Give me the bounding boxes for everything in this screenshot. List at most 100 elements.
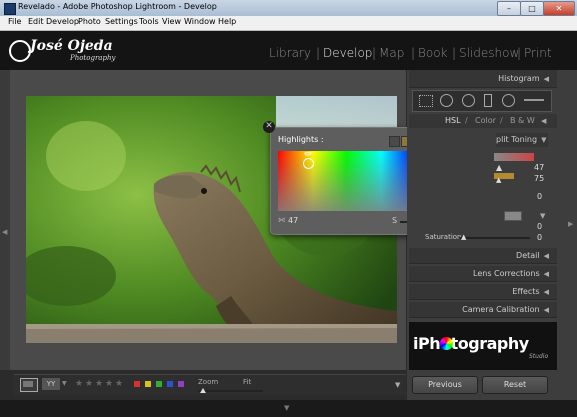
color-label-red[interactable] (134, 381, 140, 387)
module-library[interactable]: Library (269, 46, 311, 60)
menu-develop[interactable]: Develop (46, 17, 79, 26)
radial-filter-icon[interactable] (502, 94, 515, 107)
color-label-green[interactable] (156, 381, 162, 387)
module-print[interactable]: Print (524, 46, 552, 60)
rating-star[interactable]: ★ (115, 379, 123, 389)
tab-separator: / (500, 116, 503, 125)
detail-header[interactable]: Detail ◀ (409, 248, 557, 264)
logo-ring-icon (9, 40, 31, 62)
hue-slider-marker: ⋈ (278, 216, 285, 224)
module-slideshow[interactable]: Slideshow (459, 46, 519, 60)
crop-overlay-icon[interactable] (419, 95, 433, 107)
lens-corrections-label: Lens Corrections (473, 269, 540, 278)
window-titlebar[interactable]: Revelado - Adobe Photoshop Lightroom - D… (0, 0, 577, 16)
popup-close-button[interactable]: ✕ (263, 121, 275, 133)
left-panel-toggle-icon[interactable]: ◀ (2, 228, 7, 236)
triangle-left-icon: ◀ (543, 288, 549, 296)
toolbar-menu-icon[interactable]: ▼ (395, 381, 400, 389)
menu-file[interactable]: File (8, 17, 21, 26)
identity-tagline: Photography (70, 54, 116, 62)
color-label-yellow[interactable] (145, 381, 151, 387)
split-toning-header[interactable]: plit Toning ▼ (496, 133, 548, 147)
triangle-down-icon: ▼ (540, 212, 546, 220)
tab-bw[interactable]: B & W (510, 114, 535, 128)
camera-calibration-header[interactable]: Camera Calibration ◀ (409, 302, 557, 318)
split-toning-label: plit Toning (496, 135, 538, 144)
adjustment-brush-icon[interactable] (524, 99, 544, 101)
menu-view[interactable]: View (162, 17, 181, 26)
rating-star[interactable]: ★ (95, 379, 103, 389)
menu-bar: File Edit Develop Photo Settings Tools V… (0, 16, 577, 31)
menu-edit[interactable]: Edit (28, 17, 44, 26)
menu-photo[interactable]: Photo (78, 17, 101, 26)
triangle-up-icon: ▲ (496, 176, 502, 184)
rating-star[interactable]: ★ (105, 379, 113, 389)
module-separator: | (517, 46, 522, 60)
camera-calibration-label: Camera Calibration (462, 305, 540, 314)
module-book[interactable]: Book (418, 46, 448, 60)
hue-value[interactable]: 47 (288, 216, 298, 225)
color-label-blue[interactable] (167, 381, 173, 387)
effects-label: Effects (512, 287, 540, 296)
module-separator: | (316, 46, 321, 60)
highlights-sat-value[interactable]: 75 (534, 174, 544, 183)
menu-window[interactable]: Window (184, 17, 216, 26)
module-separator: | (452, 46, 457, 60)
spot-removal-icon[interactable] (440, 94, 453, 107)
branding-text: iPhotography (413, 334, 529, 353)
histogram-header[interactable]: Histogram ◀ (409, 70, 557, 88)
app-icon (4, 3, 16, 15)
module-develop[interactable]: Develop (323, 46, 372, 60)
triangle-left-icon: ◀ (543, 252, 549, 260)
maximize-button[interactable]: □ (520, 1, 544, 16)
window-title: Revelado - Adobe Photoshop Lightroom - D… (18, 2, 217, 11)
shadows-saturation-value[interactable]: 0 (537, 233, 542, 242)
menu-help[interactable]: Help (218, 17, 236, 26)
graduated-filter-icon[interactable] (484, 94, 492, 107)
triangle-left-icon: ◀ (541, 117, 547, 125)
balance-value[interactable]: 0 (537, 192, 542, 201)
menu-tools[interactable]: Tools (139, 17, 159, 26)
hsl-tabs: HSL / Color / B & W ◀ (409, 114, 557, 128)
module-map[interactable]: Map (379, 46, 404, 60)
fit-label: Fit (243, 378, 252, 386)
triangle-up-icon: ▲ (461, 233, 467, 241)
color-swatch[interactable] (389, 136, 400, 147)
right-panel-toggle-icon[interactable]: ▶ (568, 220, 573, 228)
previous-button[interactable]: Previous (412, 376, 478, 394)
zoom-slider-thumb[interactable] (200, 388, 206, 393)
aperture-logo-icon (440, 337, 453, 350)
view-dropdown-icon[interactable]: ▼ (62, 380, 67, 387)
detail-label: Detail (516, 251, 540, 260)
color-label-purple[interactable] (178, 381, 184, 387)
close-button[interactable]: ✕ (543, 1, 575, 16)
compare-view-icon[interactable]: YY (42, 378, 60, 390)
left-panel-collapsed[interactable] (0, 70, 10, 370)
shadows-saturation-track[interactable] (460, 237, 530, 239)
popup-title: Highlights : (278, 135, 324, 144)
minimize-button[interactable]: – (497, 1, 521, 16)
red-eye-icon[interactable] (462, 94, 475, 107)
zoom-slider-track[interactable] (198, 390, 263, 392)
highlights-hue-value[interactable]: 47 (534, 163, 544, 172)
triangle-left-icon: ◀ (543, 270, 549, 278)
loupe-view-inner (23, 381, 33, 387)
module-separator: | (411, 46, 416, 60)
filmstrip-toggle-icon[interactable]: ▼ (284, 404, 289, 412)
menu-settings[interactable]: Settings (105, 17, 138, 26)
rating-star[interactable]: ★ (75, 379, 83, 389)
rating-star[interactable]: ★ (85, 379, 93, 389)
tab-color[interactable]: Color (475, 114, 496, 128)
shadows-saturation-label: Saturation (425, 233, 462, 241)
shadows-swatch[interactable] (504, 211, 522, 221)
highlights-hue-track[interactable] (494, 153, 534, 161)
saturation-label: S (392, 216, 398, 225)
tab-separator: / (465, 116, 468, 125)
tab-hsl[interactable]: HSL (445, 114, 461, 128)
shadows-hue-value[interactable]: 0 (537, 222, 542, 231)
lens-corrections-header[interactable]: Lens Corrections ◀ (409, 266, 557, 282)
reset-button[interactable]: Reset (482, 376, 548, 394)
histogram-label: Histogram (498, 74, 540, 83)
module-separator: | (372, 46, 377, 60)
effects-header[interactable]: Effects ◀ (409, 284, 557, 300)
